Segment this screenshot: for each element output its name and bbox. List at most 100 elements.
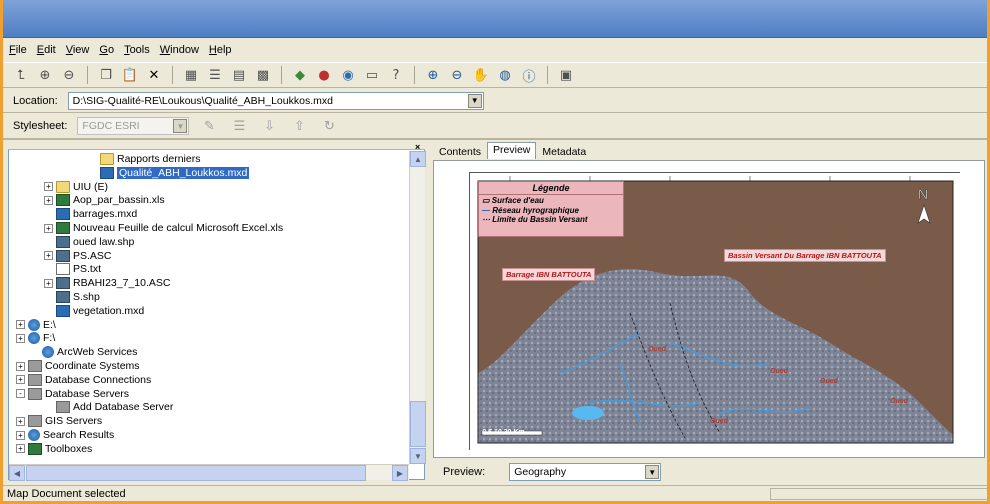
expand-icon[interactable]: + (16, 333, 25, 343)
menu-go[interactable]: Go (99, 44, 114, 56)
delete-icon[interactable]: ✕ (144, 65, 164, 85)
menu-view[interactable]: View (66, 44, 90, 56)
tree-item[interactable]: + GIS Servers (16, 414, 102, 428)
large-icons-icon[interactable]: ▦ (181, 65, 201, 85)
tree-item[interactable]: + F:\ (16, 331, 55, 345)
hscroll-thumb[interactable] (26, 465, 366, 481)
expand-icon[interactable]: + (16, 430, 25, 440)
svg-text:N: N (918, 186, 928, 202)
tab-metadata[interactable]: Metadata (536, 144, 592, 159)
tree-item[interactable]: PS.txt (44, 262, 101, 276)
connect-icon[interactable]: ⊕ (35, 65, 55, 85)
zoom-in-icon[interactable]: ⊕ (423, 65, 443, 85)
copy-icon[interactable]: ❐ (96, 65, 116, 85)
scroll-down-icon[interactable]: ▼ (410, 448, 426, 464)
toolbar-separator (547, 66, 548, 84)
tab-contents[interactable]: Contents (433, 144, 487, 159)
tree-item[interactable]: + Search Results (16, 428, 114, 442)
expand-icon[interactable]: + (44, 223, 53, 233)
disconnect-icon[interactable]: ⊖ (59, 65, 79, 85)
connection-icon (28, 387, 42, 400)
tree-item[interactable]: vegetation.mxd (44, 304, 144, 318)
stylesheet-label: Stylesheet: (13, 120, 68, 132)
create-thumbnail-icon[interactable]: ▣ (556, 65, 576, 85)
scroll-right-icon[interactable]: ▶ (392, 465, 408, 481)
tree-item-label: PS.ASC (73, 249, 112, 262)
dataset-icon (56, 277, 70, 290)
tree-item-label: Search Results (43, 429, 115, 441)
details-icon[interactable]: ▤ (229, 65, 249, 85)
tree-item[interactable]: Qualité_ABH_Loukkos.mxd (88, 166, 250, 180)
scroll-up-icon[interactable]: ▲ (410, 151, 426, 167)
thumbnails-icon[interactable]: ▩ (253, 65, 273, 85)
paste-icon[interactable]: 📋 (120, 65, 140, 85)
table-icon (56, 222, 70, 234)
tree-horizontal-scrollbar[interactable]: ◀ ▶ (9, 464, 409, 481)
tree-item[interactable]: Rapports derniers (88, 152, 200, 166)
tree-item[interactable]: + Database Connections (16, 373, 151, 387)
menu-file[interactable]: File (9, 44, 27, 56)
connection-icon (28, 415, 42, 428)
expand-icon[interactable]: + (16, 361, 25, 371)
tree-item[interactable]: + UIU (E) (44, 180, 108, 194)
tree-item[interactable]: + Aop_par_bassin.xls (44, 193, 165, 207)
menu-window[interactable]: Window (160, 44, 199, 56)
collapse-icon[interactable]: - (16, 389, 25, 399)
zoom-out-icon[interactable]: ⊖ (447, 65, 467, 85)
full-extent-icon[interactable]: ◍ (495, 65, 515, 85)
tree-item[interactable]: ArcWeb Services (30, 345, 137, 359)
tree-item[interactable]: Add Database Server (44, 400, 173, 414)
globe-icon (28, 332, 40, 345)
location-dropdown-icon[interactable]: ▼ (467, 93, 482, 108)
menu-tools[interactable]: Tools (124, 44, 150, 56)
preview-dropdown-icon[interactable]: ▼ (645, 465, 660, 479)
tree-item[interactable]: S.shp (44, 290, 100, 304)
tree-item[interactable]: + Nouveau Feuille de calcul Microsoft Exc… (44, 221, 283, 235)
arctoolbox-icon[interactable]: ● (314, 65, 334, 85)
expand-icon[interactable]: + (44, 251, 53, 261)
pan-icon[interactable]: ✋ (471, 65, 491, 85)
map-preview[interactable]: Oued Oued Oued Oued Oued N Légende ▭ Surface… (469, 172, 961, 451)
menu-edit[interactable]: Edit (37, 44, 56, 56)
preview-type-combo[interactable]: Geography ▼ (509, 463, 662, 481)
command-line-icon[interactable]: ▭ (362, 65, 382, 85)
properties-icon[interactable]: ☰ (229, 116, 249, 136)
location-combo[interactable]: D:\SIG-Qualité-RE\Loukous\Qualité_ABH_Lo… (67, 91, 484, 110)
expand-icon[interactable]: + (16, 375, 25, 385)
identify-icon[interactable]: ⓘ (519, 65, 539, 85)
tree-item[interactable]: + Toolboxes (16, 442, 92, 456)
title-bar (3, 0, 987, 38)
update-icon[interactable]: ↻ (319, 116, 339, 136)
tree-item[interactable]: - Database Servers (16, 387, 129, 401)
launch-arcmap-icon[interactable]: ◆ (290, 65, 310, 85)
tree-vertical-scrollbar[interactable]: ▲ ▼ (409, 151, 426, 464)
edit-metadata-icon[interactable]: ✎ (199, 116, 219, 136)
scroll-left-icon[interactable]: ◀ (9, 465, 25, 481)
tree-item[interactable]: + E:\ (16, 318, 56, 332)
expand-icon[interactable]: + (44, 182, 53, 192)
whats-this-icon[interactable]: ? (386, 65, 406, 85)
tree-item[interactable]: + Coordinate Systems (16, 359, 140, 373)
tree-item-label: Database Connections (45, 373, 152, 386)
tree-item[interactable]: + PS.ASC (44, 249, 112, 263)
stylesheet-dropdown-icon[interactable]: ▼ (173, 119, 188, 133)
export-icon[interactable]: ⇧ (289, 116, 309, 136)
tree-item[interactable]: oued law.shp (44, 235, 134, 249)
expand-icon[interactable]: + (44, 278, 53, 288)
tree-item[interactable]: barrages.mxd (44, 207, 137, 221)
menu-help[interactable]: Help (209, 44, 232, 56)
arcmap-icon[interactable]: ◉ (338, 65, 358, 85)
stylesheet-combo[interactable]: FGDC ESRI ▼ (77, 117, 190, 135)
expand-icon[interactable]: + (16, 320, 25, 330)
import-icon[interactable]: ⇩ (259, 116, 279, 136)
legend-item-water: ▭ Surface d'eau (482, 196, 544, 205)
tree-item[interactable]: + RBAHI23_7_10.ASC (44, 276, 170, 290)
up-folder-icon[interactable]: ⮤ (11, 65, 31, 85)
scroll-thumb[interactable] (410, 401, 426, 447)
expand-icon[interactable]: + (16, 416, 25, 426)
scale-bar-label: 0 5 10 20 Km (482, 429, 525, 436)
tab-preview[interactable]: Preview (487, 142, 537, 159)
expand-icon[interactable]: + (16, 444, 25, 454)
expand-icon[interactable]: + (44, 195, 53, 205)
list-icon[interactable]: ☰ (205, 65, 225, 85)
